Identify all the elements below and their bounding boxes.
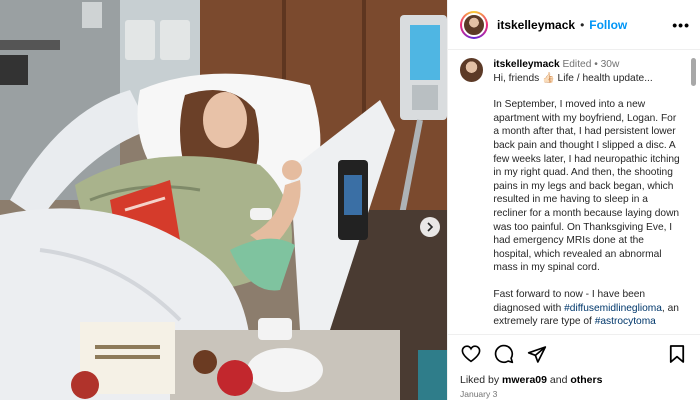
action-icons <box>460 343 688 365</box>
avatar <box>462 12 486 37</box>
hospital-bed-photo <box>0 0 447 400</box>
save-button[interactable] <box>666 343 688 365</box>
bookmark-icon <box>669 345 685 363</box>
likes-others-link[interactable]: others <box>570 374 602 386</box>
like-button[interactable] <box>460 343 482 365</box>
comment-button[interactable] <box>493 343 515 365</box>
more-options-button[interactable]: ••• <box>672 17 690 33</box>
caption-area[interactable]: itskelleymack Edited • 30w Hi, friends 👍… <box>448 50 700 334</box>
hashtag-link[interactable]: #diffusemidlineglioma <box>564 303 662 314</box>
caption-paragraph-1: In September, I moved into a new apartme… <box>493 99 680 274</box>
heart-icon <box>461 345 481 363</box>
caption-meta: itskelleymack Edited • 30w <box>493 58 684 72</box>
likes-prefix: Liked by <box>460 374 503 386</box>
likes-summary: Liked by mwera09 and others <box>460 374 688 386</box>
liked-by-user[interactable]: mwera09 <box>502 374 547 386</box>
caption-paragraph-2: Fast forward to now - I have been diagno… <box>493 288 684 329</box>
caption-body: itskelleymack Edited • 30w Hi, friends 👍… <box>493 58 684 329</box>
post-side-panel: itskelleymack • Follow ••• itskelleymack… <box>447 0 700 400</box>
post-actions: Liked by mwera09 and others January 3 <box>448 334 700 400</box>
caption-username[interactable]: itskelleymack <box>493 59 559 70</box>
header-username[interactable]: itskelleymack <box>497 18 575 32</box>
post-photo <box>0 0 447 400</box>
follow-button[interactable]: Follow <box>589 18 627 32</box>
caption-separator: • <box>594 59 598 70</box>
caption-row: itskelleymack Edited • 30w Hi, friends 👍… <box>460 58 684 329</box>
post-header: itskelleymack • Follow ••• <box>448 0 700 50</box>
next-photo-button[interactable] <box>420 217 440 237</box>
post-age[interactable]: 30w <box>601 59 620 70</box>
edited-label: Edited <box>562 59 592 70</box>
caption-greeting: Hi, friends 👍🏻 Life / health update... <box>493 72 653 84</box>
comment-icon <box>494 344 514 364</box>
caption-avatar[interactable] <box>460 58 484 82</box>
scrollbar-thumb[interactable] <box>691 58 696 86</box>
chevron-right-icon <box>427 222 434 232</box>
share-icon <box>527 345 547 363</box>
share-button[interactable] <box>526 343 548 365</box>
story-avatar-ring[interactable] <box>460 10 488 39</box>
header-separator: • <box>580 17 585 32</box>
post-date[interactable]: January 3 <box>460 389 688 399</box>
hashtag-link-2[interactable]: #astrocytoma <box>595 316 656 327</box>
caption-scrollbar[interactable] <box>691 58 696 330</box>
likes-middle: and <box>546 374 571 386</box>
